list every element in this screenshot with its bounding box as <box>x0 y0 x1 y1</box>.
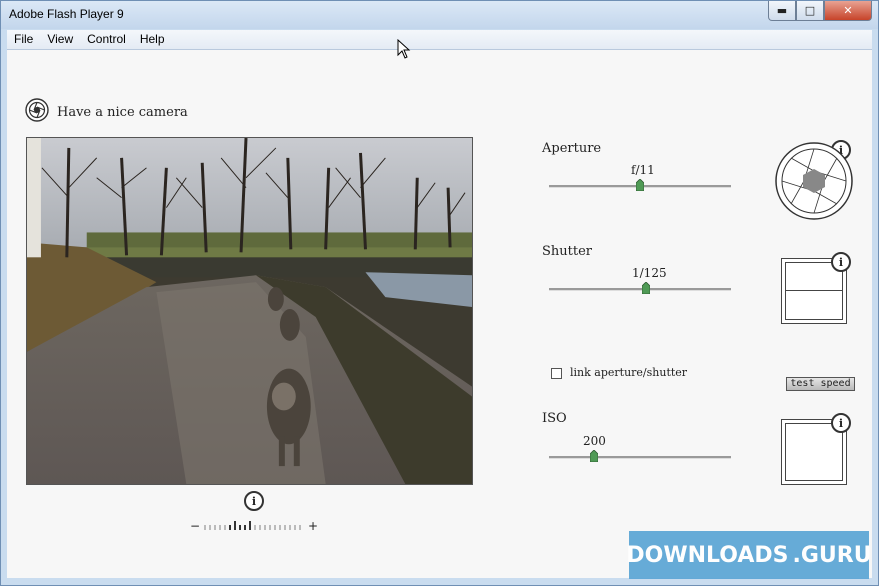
iso-label: ISO <box>542 411 567 426</box>
menu-control[interactable]: Control <box>80 30 133 49</box>
title-bar[interactable]: Adobe Flash Player 9 ▬ □ ✕ <box>1 1 878 29</box>
meter-plus: + <box>308 519 318 532</box>
aperture-value: f/11 <box>631 163 655 177</box>
link-aperture-shutter-label: link aperture/shutter <box>570 366 688 379</box>
watermark-text-right: .GURU <box>792 542 872 568</box>
menu-view[interactable]: View <box>40 30 80 49</box>
maximize-button[interactable]: □ <box>796 1 824 21</box>
iso-slider-thumb[interactable] <box>590 450 598 462</box>
iso-value: 200 <box>583 434 606 448</box>
shutter-slider-thumb[interactable] <box>642 282 650 294</box>
close-button[interactable]: ✕ <box>824 1 872 21</box>
minimize-button[interactable]: ▬ <box>768 1 796 21</box>
mouse-cursor-icon <box>397 39 411 59</box>
exposure-meter: − + <box>190 519 318 532</box>
aperture-slider-thumb[interactable] <box>636 179 644 191</box>
aperture-label: Aperture <box>542 141 602 156</box>
shutter-info-button[interactable]: i <box>831 252 851 272</box>
flash-stage: Have a nice camera i − + Aperture f/11 i… <box>7 50 872 578</box>
shutter-value: 1/125 <box>632 266 667 280</box>
iso-info-button[interactable]: i <box>831 413 851 433</box>
shutter-slider[interactable] <box>549 282 731 294</box>
test-speed-button[interactable]: test speed <box>786 377 855 391</box>
shutter-label: Shutter <box>542 244 593 259</box>
iso-preview-inner <box>785 423 843 481</box>
aperture-slider[interactable] <box>549 179 731 191</box>
menu-help[interactable]: Help <box>133 30 172 49</box>
shutter-preview-inner <box>785 262 843 320</box>
meter-minus: − <box>190 519 200 532</box>
aperture-diagram <box>775 142 853 220</box>
camera-label: Have a nice camera <box>57 105 188 120</box>
watermark: DOWNLOADS .GURU <box>626 531 872 579</box>
watermark-text-left: DOWNLOADS <box>626 542 789 568</box>
photo-preview <box>26 137 473 485</box>
app-window: Adobe Flash Player 9 ▬ □ ✕ File View Con… <box>0 0 879 586</box>
menu-bar: File View Control Help <box>7 30 872 50</box>
link-aperture-shutter-checkbox[interactable] <box>551 368 562 379</box>
iso-slider[interactable] <box>549 450 731 462</box>
menu-file[interactable]: File <box>7 30 40 49</box>
exposure-info-button[interactable]: i <box>244 491 264 511</box>
camera-aperture-icon <box>25 98 49 122</box>
window-title: Adobe Flash Player 9 <box>9 7 124 21</box>
window-controls: ▬ □ ✕ <box>768 1 872 21</box>
